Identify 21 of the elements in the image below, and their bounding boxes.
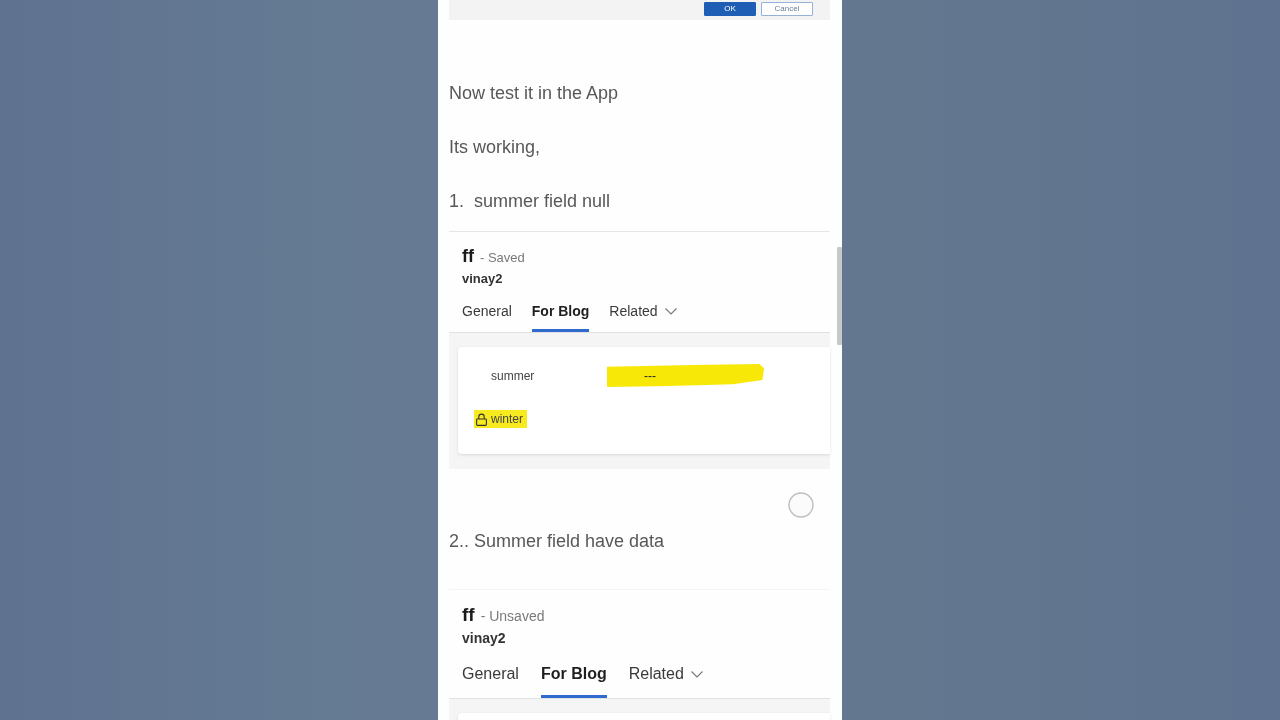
cancel-button[interactable]: Cancel: [761, 2, 813, 16]
record-title: ff: [462, 245, 474, 267]
ok-button[interactable]: OK: [704, 2, 756, 16]
instruction-text: 1. summer field null: [449, 190, 612, 213]
field-value[interactable]: ---: [607, 364, 764, 387]
save-status: - Unsaved: [480, 607, 545, 626]
field-label: winter: [491, 411, 523, 428]
instruction-text: 2.. Summer field have data: [449, 530, 666, 553]
form-tab[interactable]: Related: [609, 301, 677, 332]
form-tab[interactable]: General: [462, 663, 519, 698]
record-owner: vinay2: [462, 629, 507, 647]
ring-icon: [788, 492, 814, 518]
record-owner: vinay2: [462, 270, 504, 288]
instruction-text: Its working,: [449, 136, 542, 159]
form-tab[interactable]: Related: [628, 663, 703, 698]
record-title: ff: [462, 603, 475, 627]
field-label: summer: [491, 367, 535, 385]
instruction-text: Now test it in the App: [449, 82, 620, 105]
form-tab[interactable]: General: [462, 301, 512, 332]
save-status: - Saved: [480, 249, 525, 267]
scrollbar-thumb[interactable]: [837, 247, 842, 345]
